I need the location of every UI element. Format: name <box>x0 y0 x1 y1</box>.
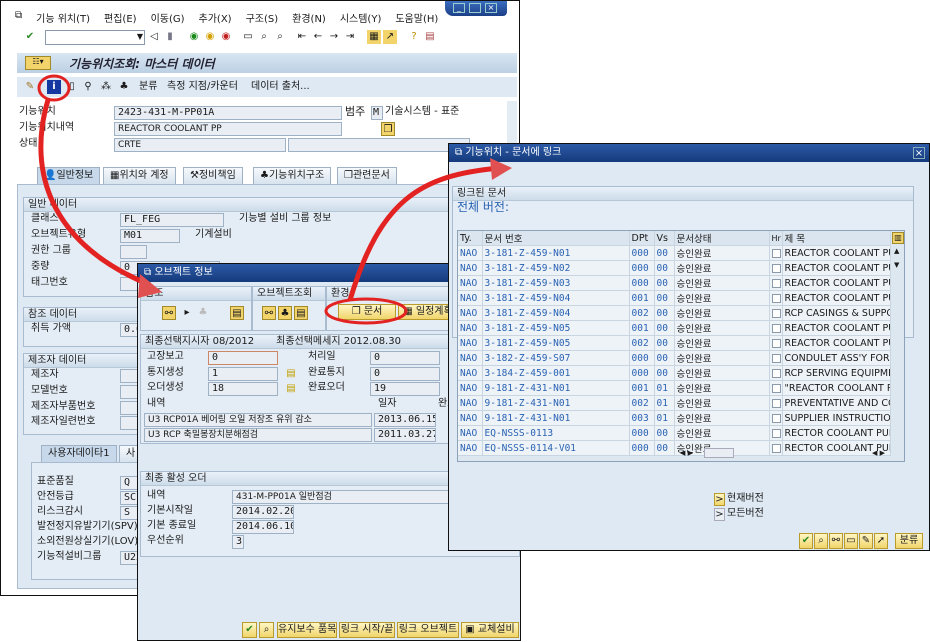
annotation-overlay <box>37 74 512 325</box>
highlight-circle-info <box>37 74 71 102</box>
arrow-to-document-links <box>347 165 501 301</box>
arrowhead <box>490 158 512 180</box>
arrow-to-object-info <box>38 99 151 288</box>
arrowhead <box>138 274 162 298</box>
highlight-circle-documents <box>324 297 408 325</box>
